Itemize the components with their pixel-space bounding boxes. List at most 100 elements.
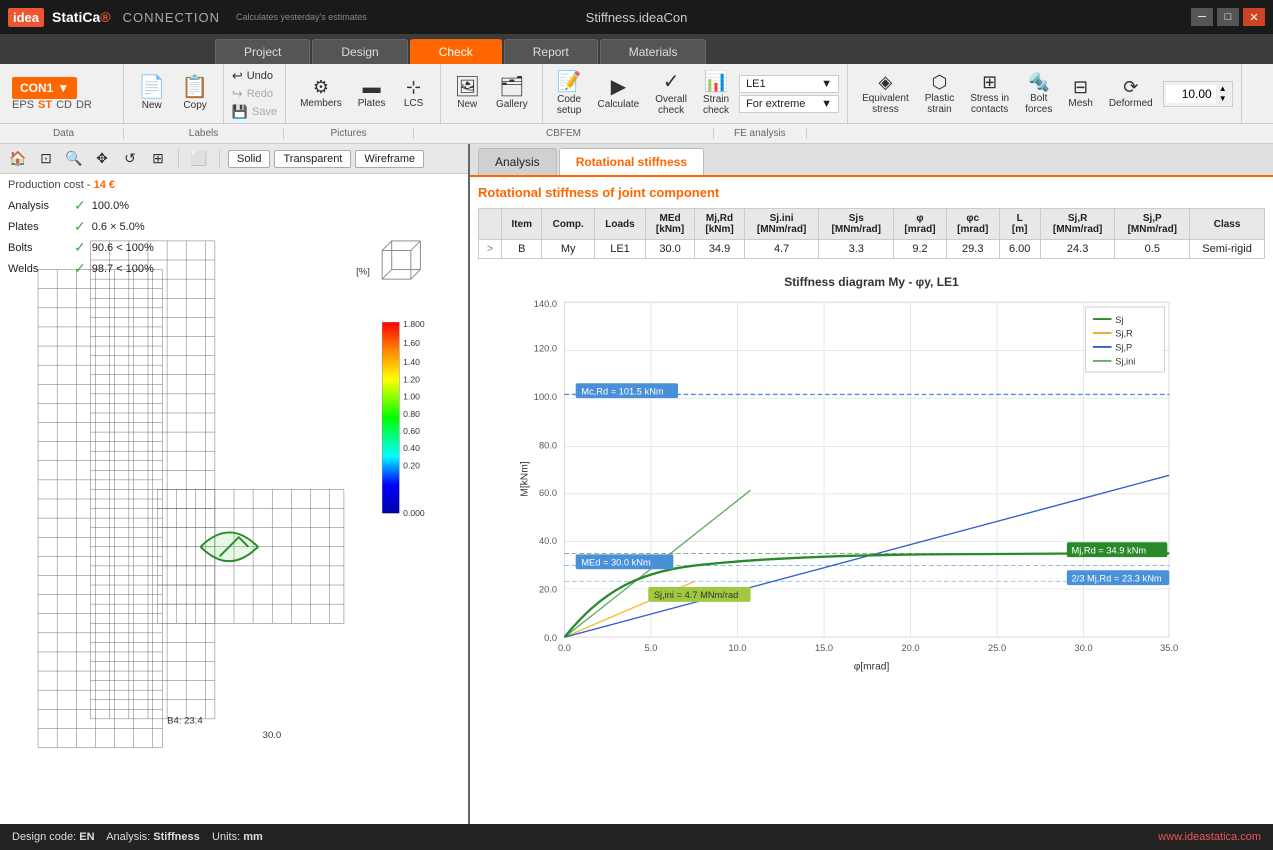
annotation-med: MEd = 30.0 kNm [581,558,651,568]
production-cost-label: Production cost [8,179,84,191]
equivalent-stress-icon: ◈ [878,73,892,91]
website-link[interactable]: www.ideastatica.com [1158,831,1261,843]
col-phic: φc[mrad] [946,209,999,240]
row-expand-arrow[interactable]: > [479,240,502,259]
new2-icon: 🖼 [455,77,480,97]
wireframe-button[interactable]: Wireframe [355,150,424,168]
con-dropdown[interactable]: CON1 ▼ [12,77,77,99]
subtitle: Calculates yesterday's estimates [236,12,367,22]
colorbar-val-4: 1.20 [403,374,420,384]
viewport-toolbar: 🏠 ⊡ 🔍 ✥ ↺ ⊞ ⬜ Solid Transparent Wirefram… [0,144,468,174]
annotation-mc-rd: Mc,Rd = 101.5 kNm [581,386,664,396]
plastic-strain-button[interactable]: ⬡ Plasticstrain [919,69,960,119]
zoom-in-button[interactable]: 🔍 [62,147,86,171]
save-icon: 💾 [232,104,248,120]
overall-check-icon: ✓ [663,72,680,92]
overall-check-button[interactable]: ✓ Overallcheck [649,68,693,120]
app-name: StatiCa® [52,9,111,25]
row-sjr: 24.3 [1040,240,1115,259]
col-sjs: Sjs[MNm/rad] [819,209,894,240]
cube-button[interactable]: ⬜ [187,147,211,171]
strain-check-button[interactable]: 📊 Straincheck [697,68,735,120]
num-input-group: ▲ ▼ [1163,81,1233,107]
tab-check[interactable]: Check [410,39,502,64]
maximize-button[interactable]: □ [1217,8,1239,26]
svg-text:20.0: 20.0 [539,585,557,595]
label-data: Data [4,128,124,139]
deformed-label: Deformed [1109,98,1153,109]
legend-sjp: Sj,P [1115,343,1132,353]
tab-materials[interactable]: Materials [600,39,707,64]
tab-project[interactable]: Project [215,39,310,64]
annotation-23mjrd: 2/3 Mj,Rd = 23.3 kNm [1072,573,1162,583]
label-labels: Labels [124,128,284,139]
annotation-b4: B4: 23.4 [167,716,203,727]
code-setup-button[interactable]: 📝 Codesetup [551,68,588,120]
row-l: 6.00 [999,240,1040,259]
tab-analysis[interactable]: Analysis [478,148,557,175]
row-loads: LE1 [595,240,646,259]
equivalent-stress-button[interactable]: ◈ Equivalentstress [856,69,915,119]
copy-icon: 📋 [181,76,208,98]
move-button[interactable]: ✥ [90,147,114,171]
col-sjr: Sj,R[MNm/rad] [1040,209,1115,240]
calculate-button[interactable]: ▶ Calculate [592,73,646,114]
plates-button[interactable]: ▬ Plates [352,74,392,113]
new-label: New [142,100,162,111]
minimize-button[interactable]: ─ [1191,8,1213,26]
chart-title: Stiffness diagram My - φy, LE1 [478,275,1265,289]
for-extreme-dropdown[interactable]: For extreme ▼ [739,95,839,113]
members-button[interactable]: ⚙ Members [294,74,348,113]
mode-cd[interactable]: CD [56,99,72,111]
new-button[interactable]: 📄 New [132,72,171,115]
gallery-button[interactable]: 🗂 Gallery [490,73,534,114]
check-bolts-value: 90.6 < 100% [92,242,154,254]
mode-eps[interactable]: EPS [12,99,34,111]
new-icon: 📄 [138,76,165,98]
row-comp: My [542,240,595,259]
new2-button[interactable]: 🖼 New [449,73,486,114]
tab-rotational-stiffness[interactable]: Rotational stiffness [559,148,704,175]
svg-text:10.0: 10.0 [728,643,746,653]
col-expand [479,209,502,240]
svg-text:80.0: 80.0 [539,440,557,450]
zoom-fit-button[interactable]: ⊡ [34,147,58,171]
rotate-button[interactable]: ↺ [118,147,142,171]
for-extreme-label: For extreme [746,98,805,110]
status-right: www.ideastatica.com [1158,831,1261,843]
stress-contacts-button[interactable]: ⊞ Stress incontacts [964,69,1015,119]
deformed-button[interactable]: ⟳ Deformed [1103,74,1159,113]
mesh-icon: ⊟ [1073,78,1088,96]
num-down-button[interactable]: ▼ [1216,94,1230,104]
lcs-button[interactable]: ⊹ LCS [396,74,432,113]
copy-label: Copy [183,100,206,111]
mode-st[interactable]: ST [38,99,52,111]
solid-button[interactable]: Solid [228,150,270,168]
mesh-button[interactable]: ⊟ Mesh [1062,74,1098,113]
redo-label: Redo [247,88,273,100]
mode-dr[interactable]: DR [76,99,92,111]
new2-label: New [457,99,477,110]
mesh-label: Mesh [1068,98,1092,109]
bolt-forces-button[interactable]: 🔩 Boltforces [1019,69,1058,119]
colorbar-val-1: 1.800 [403,319,425,329]
save-button[interactable]: 💾 Save [232,104,277,120]
num-input[interactable] [1166,85,1216,103]
fit-button[interactable]: ⊞ [146,147,170,171]
stress-contacts-label: Stress incontacts [970,93,1009,115]
undo-icon: ↩ [232,68,243,84]
tab-report[interactable]: Report [504,39,598,64]
redo-button[interactable]: ↪ Redo [232,86,277,102]
col-loads: Loads [595,209,646,240]
production-cost-row: Production cost - 14 € [8,179,154,191]
plates-label: Plates [358,98,386,109]
tab-design[interactable]: Design [312,39,407,64]
home-button[interactable]: 🏠 [6,147,30,171]
undo-button[interactable]: ↩ Undo [232,68,277,84]
num-up-button[interactable]: ▲ [1216,84,1230,94]
transparent-button[interactable]: Transparent [274,150,351,168]
close-button[interactable]: ✕ [1243,8,1265,26]
le1-dropdown[interactable]: LE1 ▼ [739,75,839,93]
copy-button[interactable]: 📋 Copy [175,72,214,115]
strain-check-label: Straincheck [703,94,729,116]
